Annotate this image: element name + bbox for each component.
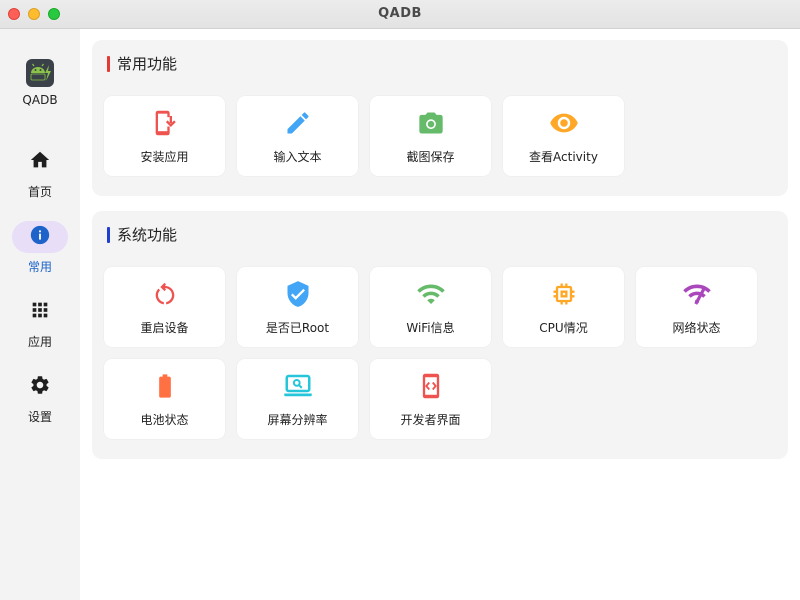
gear-icon xyxy=(29,374,51,400)
card-label: 网络状态 xyxy=(672,321,721,335)
restart-device-button[interactable]: 重启设备 xyxy=(104,267,225,347)
card-label: 查看Activity xyxy=(529,150,598,164)
card-label: CPU情况 xyxy=(539,321,588,335)
info-icon xyxy=(29,224,51,250)
cpu-icon xyxy=(503,279,624,309)
card-label: 电池状态 xyxy=(140,413,189,427)
sidebar-item-label: 应用 xyxy=(27,335,52,349)
apps-grid-icon xyxy=(29,299,51,325)
sidebar: QADB 首页 常用 应用 设置 xyxy=(0,29,80,600)
section-common: 常用功能 安装应用 输入文本 截图保存 查看Activity xyxy=(92,40,788,196)
card-label: 是否已Root xyxy=(265,321,330,335)
card-label: 重启设备 xyxy=(140,321,189,335)
home-icon xyxy=(29,149,51,175)
cpu-info-button[interactable]: CPU情况 xyxy=(503,267,624,347)
wifi-info-button[interactable]: WiFi信息 xyxy=(370,267,491,347)
sidebar-item-settings[interactable]: 设置 xyxy=(0,371,80,431)
install-app-icon xyxy=(104,108,225,138)
pencil-icon xyxy=(237,108,358,138)
main-content: 常用功能 安装应用 输入文本 截图保存 查看Activity 系统功能 重启设备… xyxy=(80,29,800,600)
sidebar-item-home[interactable]: 首页 xyxy=(0,146,80,206)
nav-pill xyxy=(12,371,68,403)
app-name: QADB xyxy=(22,93,58,107)
sidebar-item-label: 常用 xyxy=(27,260,52,274)
eye-icon xyxy=(503,108,624,138)
card-label: 屏幕分辨率 xyxy=(267,413,328,427)
section-system: 系统功能 重启设备 是否已Root WiFi信息 CPU情况 网络状态 电池状态… xyxy=(92,211,788,459)
screenshot-button[interactable]: 截图保存 xyxy=(370,96,491,176)
developer-mode-icon xyxy=(370,371,491,401)
window-title: QADB xyxy=(378,6,422,21)
card-label: 开发者界面 xyxy=(400,413,461,427)
section-title-text: 系统功能 xyxy=(117,226,178,244)
nav-pill xyxy=(12,296,68,328)
shield-check-icon xyxy=(237,279,358,309)
section-title-text: 常用功能 xyxy=(117,55,178,73)
screen-resolution-button[interactable]: 屏幕分辨率 xyxy=(237,359,358,439)
input-text-button[interactable]: 输入文本 xyxy=(237,96,358,176)
nav-pill xyxy=(12,221,68,253)
install-app-button[interactable]: 安装应用 xyxy=(104,96,225,176)
network-signal-icon xyxy=(636,279,757,309)
restart-icon xyxy=(104,279,225,309)
view-activity-button[interactable]: 查看Activity xyxy=(503,96,624,176)
sidebar-item-label: 设置 xyxy=(27,410,52,424)
sidebar-item-label: 首页 xyxy=(27,185,52,199)
card-label: 安装应用 xyxy=(140,150,189,164)
sidebar-item-common[interactable]: 常用 xyxy=(0,221,80,281)
screen-search-icon xyxy=(237,371,358,401)
card-label: WiFi信息 xyxy=(406,321,455,335)
network-status-button[interactable]: 网络状态 xyxy=(636,267,757,347)
section-title: 系统功能 xyxy=(107,225,177,245)
app-logo-icon xyxy=(26,59,54,87)
section-accent-bar xyxy=(107,227,110,243)
battery-status-button[interactable]: 电池状态 xyxy=(104,359,225,439)
card-label: 输入文本 xyxy=(273,150,322,164)
sidebar-item-apps[interactable]: 应用 xyxy=(0,296,80,356)
section-title: 常用功能 xyxy=(107,54,177,74)
wifi-icon xyxy=(370,279,491,309)
developer-options-button[interactable]: 开发者界面 xyxy=(370,359,491,439)
window-titlebar: QADB xyxy=(0,0,800,29)
card-label: 截图保存 xyxy=(406,150,455,164)
battery-icon xyxy=(104,371,225,401)
nav-pill xyxy=(12,146,68,178)
section-accent-bar xyxy=(107,56,110,72)
root-check-button[interactable]: 是否已Root xyxy=(237,267,358,347)
camera-icon xyxy=(370,108,491,138)
